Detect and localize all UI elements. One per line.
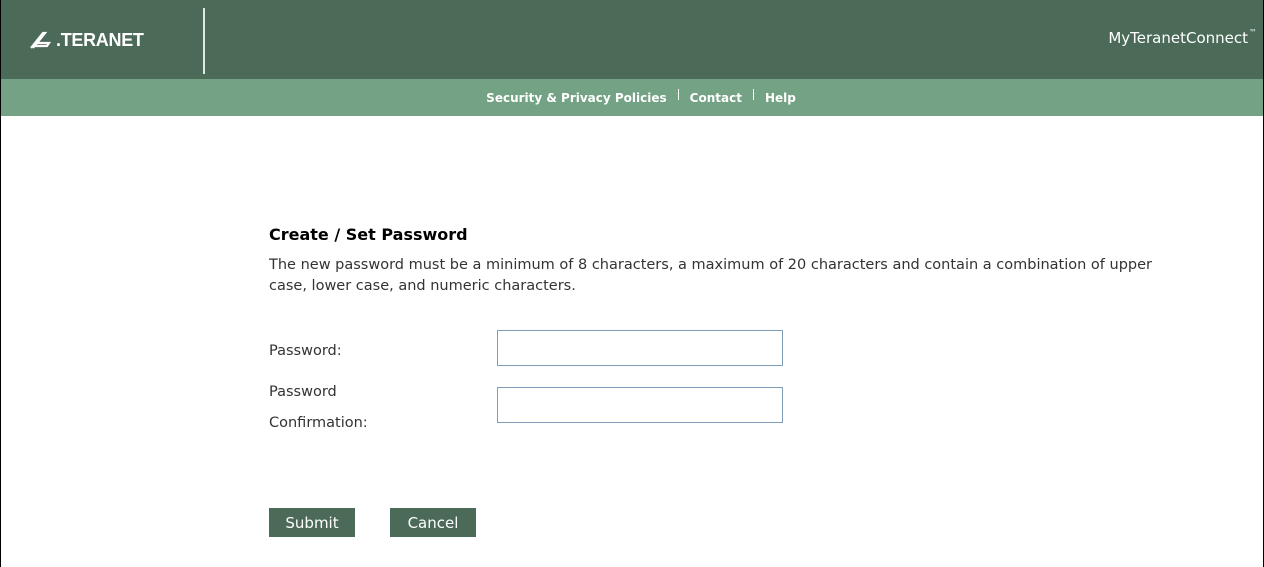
password-form-section: Create / Set Password The new password m… <box>269 222 1169 297</box>
nav-link-security-privacy[interactable]: Security & Privacy Policies <box>486 91 666 105</box>
trademark-mark: ™ <box>1249 28 1257 37</box>
teranet-logo-mark-icon <box>29 30 55 50</box>
cancel-button[interactable]: Cancel <box>390 508 476 537</box>
password-label: Password: <box>269 343 342 359</box>
nav-link-contact[interactable]: Contact <box>690 91 742 105</box>
password-requirements-text: The new password must be a minimum of 8 … <box>269 257 1152 294</box>
password-confirmation-label-line1: Password <box>269 384 337 400</box>
teranet-logo[interactable]: .TERANET <box>29 28 144 52</box>
page-frame: .TERANET MyTeranetConnect™ Security & Pr… <box>0 0 1264 567</box>
app-title: MyTeranetConnect™ <box>1108 28 1257 47</box>
submit-button[interactable]: Submit <box>269 508 355 537</box>
logo-divider <box>203 8 205 74</box>
nav-bar: Security & Privacy Policies Contact Help <box>1 79 1263 116</box>
password-confirmation-input[interactable] <box>497 387 783 423</box>
nav-links: Security & Privacy Policies Contact Help <box>1 79 1263 116</box>
page-title: Create / Set Password <box>269 225 468 244</box>
app-title-text: MyTeranetConnect <box>1108 29 1248 47</box>
password-confirmation-label: Password Confirmation: <box>269 381 368 434</box>
nav-separator <box>752 89 754 100</box>
password-input[interactable] <box>497 330 783 366</box>
nav-link-help[interactable]: Help <box>765 91 796 105</box>
nav-separator <box>677 89 679 100</box>
logo-text: .TERANET <box>56 29 144 50</box>
password-confirmation-label-line2: Confirmation: <box>269 415 368 431</box>
header-bar: .TERANET MyTeranetConnect™ <box>1 0 1263 79</box>
